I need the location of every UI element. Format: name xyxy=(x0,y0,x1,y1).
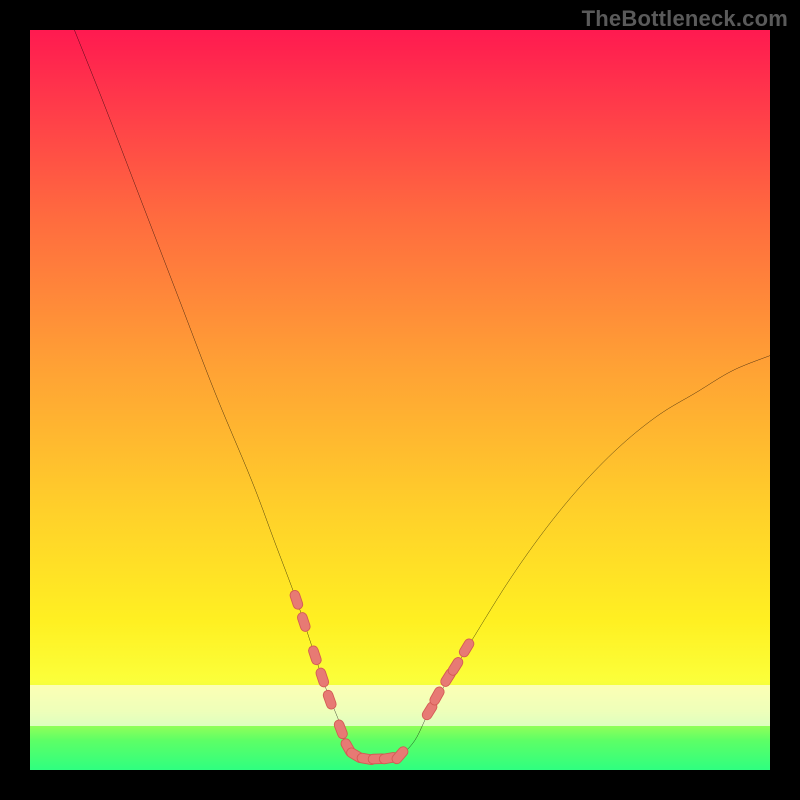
trough-marker xyxy=(458,637,476,658)
chart-root: TheBottleneck.com xyxy=(0,0,800,800)
bottleneck-curve xyxy=(74,30,770,759)
trough-marker xyxy=(315,667,330,688)
trough-marker xyxy=(322,689,338,710)
trough-markers xyxy=(289,589,476,765)
plot-area xyxy=(30,30,770,770)
trough-marker xyxy=(289,589,304,610)
trough-marker xyxy=(446,656,464,677)
trough-marker xyxy=(428,685,446,706)
curve-layer xyxy=(30,30,770,770)
trough-marker xyxy=(307,645,322,666)
trough-marker xyxy=(333,719,349,740)
trough-marker xyxy=(296,611,311,632)
attribution-label: TheBottleneck.com xyxy=(582,6,788,32)
